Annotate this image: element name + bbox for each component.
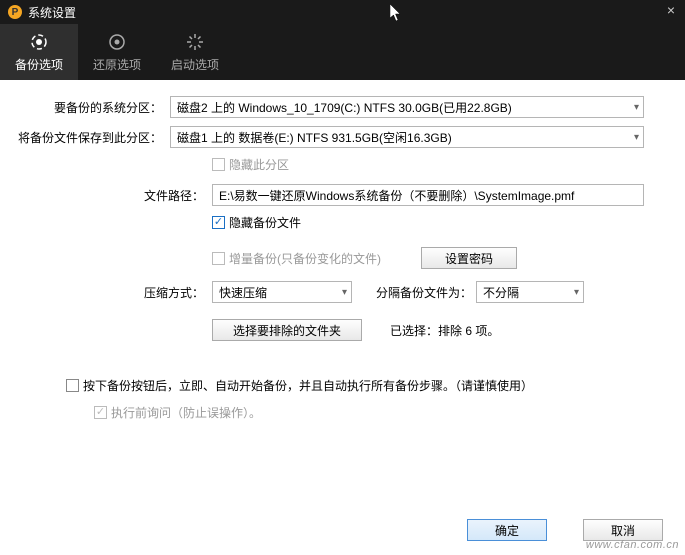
exclude-folders-button[interactable]: 选择要排除的文件夹 (212, 319, 362, 341)
checkbox-box-icon (212, 158, 225, 171)
split-mode-value: 不分隔 (483, 284, 519, 301)
checkbox-confirm-before[interactable]: ✓ 执行前询问（防止误操作）。 (94, 404, 261, 421)
content-panel: 要备份的系统分区： 磁盘2 上的 Windows_10_1709(C:) NTF… (0, 80, 685, 421)
titlebar: P 系统设置 × (0, 0, 685, 24)
label-compress-mode: 压缩方式： (18, 284, 212, 301)
checkbox-hide-backup-file-label: 隐藏备份文件 (229, 214, 301, 231)
cursor-icon (390, 4, 404, 25)
chevron-down-icon: ▾ (574, 287, 579, 298)
tab-restore[interactable]: 还原选项 (78, 24, 156, 80)
chevron-down-icon: ▾ (342, 287, 347, 298)
set-password-button[interactable]: 设置密码 (421, 247, 517, 269)
chevron-down-icon: ▾ (634, 132, 639, 143)
startup-icon (185, 32, 205, 52)
tab-backup[interactable]: 备份选项 (0, 24, 78, 80)
checkbox-hide-partition[interactable]: 隐藏此分区 (212, 156, 289, 173)
checkbox-incremental[interactable]: 增量备份(只备份变化的文件) (212, 250, 381, 267)
tab-startup-label: 启动选项 (171, 56, 219, 73)
checkbox-auto-start-label: 按下备份按钮后，立即、自动开始备份，并且自动执行所有备份步骤。（请谨慎使用） (83, 377, 533, 394)
label-file-path: 文件路径： (18, 187, 212, 204)
close-icon[interactable]: × (667, 2, 675, 18)
window-title: 系统设置 (28, 4, 76, 21)
save-partition-value: 磁盘1 上的 数据卷(E:) NTFS 931.5GB(空闲16.3GB) (177, 129, 452, 146)
label-save-partition: 将备份文件保存到此分区： (18, 129, 170, 146)
checkbox-incremental-label: 增量备份(只备份变化的文件) (229, 250, 381, 267)
checkbox-box-icon: ✓ (94, 406, 107, 419)
ok-button[interactable]: 确定 (467, 519, 547, 541)
dialog-footer: 确定 取消 (467, 519, 663, 541)
restore-icon (107, 32, 127, 52)
watermark: www.cfan.com.cn (586, 539, 679, 551)
compress-mode-value: 快速压缩 (219, 284, 267, 301)
tab-startup[interactable]: 启动选项 (156, 24, 234, 80)
file-path-input[interactable] (212, 184, 644, 206)
system-partition-value: 磁盘2 上的 Windows_10_1709(C:) NTFS 30.0GB(已… (177, 99, 512, 116)
tab-backup-label: 备份选项 (15, 56, 63, 73)
checkbox-auto-start[interactable]: 按下备份按钮后，立即、自动开始备份，并且自动执行所有备份步骤。（请谨慎使用） (66, 377, 533, 394)
exclude-status: 已选择：排除 6 项。 (390, 322, 499, 339)
checkbox-box-icon (66, 379, 79, 392)
label-system-partition: 要备份的系统分区： (18, 99, 170, 116)
system-partition-select[interactable]: 磁盘2 上的 Windows_10_1709(C:) NTFS 30.0GB(已… (170, 96, 644, 118)
app-icon: P (8, 5, 22, 19)
cancel-button[interactable]: 取消 (583, 519, 663, 541)
chevron-down-icon: ▾ (634, 102, 639, 113)
checkbox-confirm-before-label: 执行前询问（防止误操作）。 (111, 404, 261, 421)
backup-icon (29, 32, 49, 52)
tab-restore-label: 还原选项 (93, 56, 141, 73)
split-mode-select[interactable]: 不分隔 ▾ (476, 281, 584, 303)
save-partition-select[interactable]: 磁盘1 上的 数据卷(E:) NTFS 931.5GB(空闲16.3GB) ▾ (170, 126, 644, 148)
checkbox-box-icon: ✓ (212, 216, 225, 229)
checkbox-hide-partition-label: 隐藏此分区 (229, 156, 289, 173)
compress-mode-select[interactable]: 快速压缩 ▾ (212, 281, 352, 303)
label-split-mode: 分隔备份文件为： (376, 284, 472, 301)
checkbox-hide-backup-file[interactable]: ✓ 隐藏备份文件 (212, 214, 301, 231)
checkbox-box-icon (212, 252, 225, 265)
tab-bar: 备份选项 还原选项 启动选项 (0, 24, 685, 80)
